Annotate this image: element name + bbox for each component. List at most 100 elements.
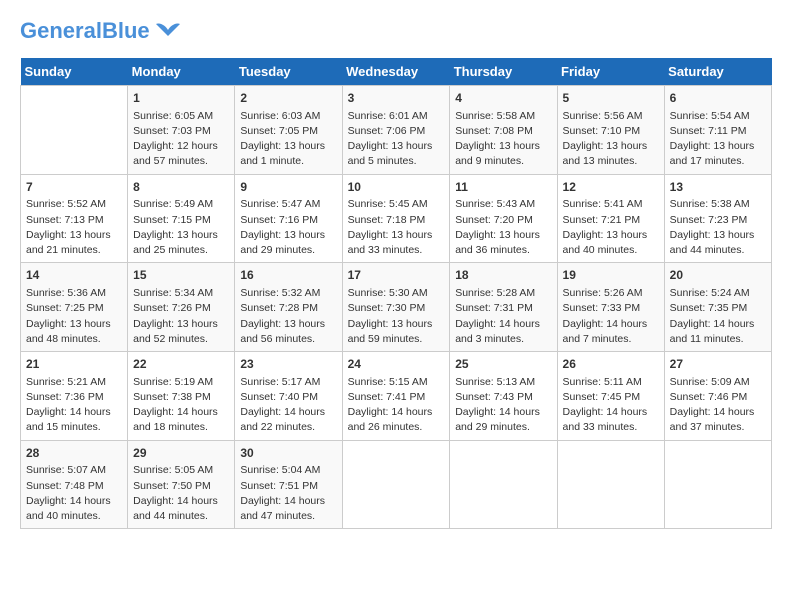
calendar-cell: 2Sunrise: 6:03 AM Sunset: 7:05 PM Daylig… xyxy=(235,86,342,175)
column-header-friday: Friday xyxy=(557,58,664,86)
day-number: 7 xyxy=(26,179,122,196)
calendar-cell: 11Sunrise: 5:43 AM Sunset: 7:20 PM Dayli… xyxy=(450,174,557,263)
calendar-cell: 4Sunrise: 5:58 AM Sunset: 7:08 PM Daylig… xyxy=(450,86,557,175)
day-number: 11 xyxy=(455,179,551,196)
calendar-cell: 7Sunrise: 5:52 AM Sunset: 7:13 PM Daylig… xyxy=(21,174,128,263)
cell-content: Sunrise: 5:49 AM Sunset: 7:15 PM Dayligh… xyxy=(133,197,229,258)
day-number: 25 xyxy=(455,356,551,373)
day-number: 16 xyxy=(240,267,336,284)
cell-content: Sunrise: 5:04 AM Sunset: 7:51 PM Dayligh… xyxy=(240,463,336,524)
cell-content: Sunrise: 6:01 AM Sunset: 7:06 PM Dayligh… xyxy=(348,109,445,170)
calendar-cell: 13Sunrise: 5:38 AM Sunset: 7:23 PM Dayli… xyxy=(664,174,771,263)
calendar-cell: 28Sunrise: 5:07 AM Sunset: 7:48 PM Dayli… xyxy=(21,440,128,529)
calendar-cell: 12Sunrise: 5:41 AM Sunset: 7:21 PM Dayli… xyxy=(557,174,664,263)
calendar-cell: 14 Sunrise: 5:36 AM Sunset: 7:25 PM Dayli… xyxy=(21,263,128,352)
column-header-saturday: Saturday xyxy=(664,58,771,86)
column-header-monday: Monday xyxy=(128,58,235,86)
calendar-cell: 15 Sunrise: 5:34 AM Sunset: 7:26 PM Dayli… xyxy=(128,263,235,352)
day-number: 23 xyxy=(240,356,336,373)
day-number: 17 xyxy=(348,267,445,284)
column-header-tuesday: Tuesday xyxy=(235,58,342,86)
column-header-sunday: Sunday xyxy=(21,58,128,86)
calendar-cell: 30Sunrise: 5:04 AM Sunset: 7:51 PM Dayli… xyxy=(235,440,342,529)
cell-content: Sunrise: 5:07 AM Sunset: 7:48 PM Dayligh… xyxy=(26,463,122,524)
cell-content: Sunrise: 5:47 AM Sunset: 7:16 PM Dayligh… xyxy=(240,197,336,258)
day-number: 28 xyxy=(26,445,122,462)
cell-content: Sunrise: 5:11 AM Sunset: 7:45 PM Dayligh… xyxy=(563,375,659,436)
calendar-cell: 9Sunrise: 5:47 AM Sunset: 7:16 PM Daylig… xyxy=(235,174,342,263)
cell-content: Sunrise: 5:09 AM Sunset: 7:46 PM Dayligh… xyxy=(670,375,766,436)
calendar-cell: 22Sunrise: 5:19 AM Sunset: 7:38 PM Dayli… xyxy=(128,352,235,441)
cell-content: Sunrise: 5:32 AM Sunset: 7:28 PM Dayligh… xyxy=(240,286,336,347)
cell-content: Sunrise: 5:45 AM Sunset: 7:18 PM Dayligh… xyxy=(348,197,445,258)
week-row-4: 21Sunrise: 5:21 AM Sunset: 7:36 PM Dayli… xyxy=(21,352,772,441)
cell-content: Sunrise: 5:19 AM Sunset: 7:38 PM Dayligh… xyxy=(133,375,229,436)
cell-content: Sunrise: 5:58 AM Sunset: 7:08 PM Dayligh… xyxy=(455,109,551,170)
calendar-cell: 26 Sunrise: 5:11 AM Sunset: 7:45 PM Dayli… xyxy=(557,352,664,441)
day-number: 29 xyxy=(133,445,229,462)
calendar-cell: 16 Sunrise: 5:32 AM Sunset: 7:28 PM Dayli… xyxy=(235,263,342,352)
day-number: 13 xyxy=(670,179,766,196)
calendar-cell: 17 Sunrise: 5:30 AM Sunset: 7:30 PM Dayli… xyxy=(342,263,450,352)
cell-content: Sunrise: 5:13 AM Sunset: 7:43 PM Dayligh… xyxy=(455,375,551,436)
day-number: 15 xyxy=(133,267,229,284)
logo-general: General xyxy=(20,18,102,43)
logo: GeneralBlue xyxy=(20,20,184,42)
day-number: 6 xyxy=(670,90,766,107)
calendar-cell xyxy=(557,440,664,529)
day-number: 1 xyxy=(133,90,229,107)
calendar-table: SundayMondayTuesdayWednesdayThursdayFrid… xyxy=(20,58,772,529)
cell-content: Sunrise: 5:28 AM Sunset: 7:31 PM Dayligh… xyxy=(455,286,551,347)
calendar-cell: 3Sunrise: 6:01 AM Sunset: 7:06 PM Daylig… xyxy=(342,86,450,175)
cell-content: Sunrise: 5:30 AM Sunset: 7:30 PM Dayligh… xyxy=(348,286,445,347)
calendar-cell: 1 Sunrise: 6:05 AM Sunset: 7:03 PM Daylig… xyxy=(128,86,235,175)
cell-content: Sunrise: 5:56 AM Sunset: 7:10 PM Dayligh… xyxy=(563,109,659,170)
cell-content: Sunrise: 5:38 AM Sunset: 7:23 PM Dayligh… xyxy=(670,197,766,258)
calendar-cell xyxy=(450,440,557,529)
calendar-cell: 25 Sunrise: 5:13 AM Sunset: 7:43 PM Dayli… xyxy=(450,352,557,441)
day-number: 24 xyxy=(348,356,445,373)
day-number: 26 xyxy=(563,356,659,373)
calendar-cell: 24 Sunrise: 5:15 AM Sunset: 7:41 PM Dayli… xyxy=(342,352,450,441)
cell-content: Sunrise: 5:36 AM Sunset: 7:25 PM Dayligh… xyxy=(26,286,122,347)
cell-content: Sunrise: 6:05 AM Sunset: 7:03 PM Dayligh… xyxy=(133,109,229,170)
cell-content: Sunrise: 5:54 AM Sunset: 7:11 PM Dayligh… xyxy=(670,109,766,170)
week-row-3: 14 Sunrise: 5:36 AM Sunset: 7:25 PM Dayli… xyxy=(21,263,772,352)
logo-text: GeneralBlue xyxy=(20,20,150,42)
calendar-cell: 29Sunrise: 5:05 AM Sunset: 7:50 PM Dayli… xyxy=(128,440,235,529)
column-header-thursday: Thursday xyxy=(450,58,557,86)
logo-blue: Blue xyxy=(102,18,150,43)
day-number: 5 xyxy=(563,90,659,107)
cell-content: Sunrise: 5:34 AM Sunset: 7:26 PM Dayligh… xyxy=(133,286,229,347)
calendar-cell: 18 Sunrise: 5:28 AM Sunset: 7:31 PM Dayli… xyxy=(450,263,557,352)
cell-content: Sunrise: 5:43 AM Sunset: 7:20 PM Dayligh… xyxy=(455,197,551,258)
week-row-5: 28Sunrise: 5:07 AM Sunset: 7:48 PM Dayli… xyxy=(21,440,772,529)
header-row: SundayMondayTuesdayWednesdayThursdayFrid… xyxy=(21,58,772,86)
calendar-cell: 5 Sunrise: 5:56 AM Sunset: 7:10 PM Daylig… xyxy=(557,86,664,175)
calendar-cell: 21Sunrise: 5:21 AM Sunset: 7:36 PM Dayli… xyxy=(21,352,128,441)
cell-content: Sunrise: 5:15 AM Sunset: 7:41 PM Dayligh… xyxy=(348,375,445,436)
column-header-wednesday: Wednesday xyxy=(342,58,450,86)
day-number: 18 xyxy=(455,267,551,284)
calendar-cell xyxy=(342,440,450,529)
day-number: 30 xyxy=(240,445,336,462)
day-number: 27 xyxy=(670,356,766,373)
day-number: 2 xyxy=(240,90,336,107)
calendar-cell: 8Sunrise: 5:49 AM Sunset: 7:15 PM Daylig… xyxy=(128,174,235,263)
week-row-1: 1 Sunrise: 6:05 AM Sunset: 7:03 PM Daylig… xyxy=(21,86,772,175)
calendar-cell: 23 Sunrise: 5:17 AM Sunset: 7:40 PM Dayli… xyxy=(235,352,342,441)
day-number: 14 xyxy=(26,267,122,284)
cell-content: Sunrise: 5:41 AM Sunset: 7:21 PM Dayligh… xyxy=(563,197,659,258)
cell-content: Sunrise: 5:17 AM Sunset: 7:40 PM Dayligh… xyxy=(240,375,336,436)
calendar-cell: 19Sunrise: 5:26 AM Sunset: 7:33 PM Dayli… xyxy=(557,263,664,352)
calendar-cell xyxy=(664,440,771,529)
day-number: 10 xyxy=(348,179,445,196)
cell-content: Sunrise: 5:52 AM Sunset: 7:13 PM Dayligh… xyxy=(26,197,122,258)
cell-content: Sunrise: 5:24 AM Sunset: 7:35 PM Dayligh… xyxy=(670,286,766,347)
cell-content: Sunrise: 5:05 AM Sunset: 7:50 PM Dayligh… xyxy=(133,463,229,524)
day-number: 9 xyxy=(240,179,336,196)
calendar-cell: 6 Sunrise: 5:54 AM Sunset: 7:11 PM Daylig… xyxy=(664,86,771,175)
day-number: 8 xyxy=(133,179,229,196)
day-number: 12 xyxy=(563,179,659,196)
day-number: 19 xyxy=(563,267,659,284)
